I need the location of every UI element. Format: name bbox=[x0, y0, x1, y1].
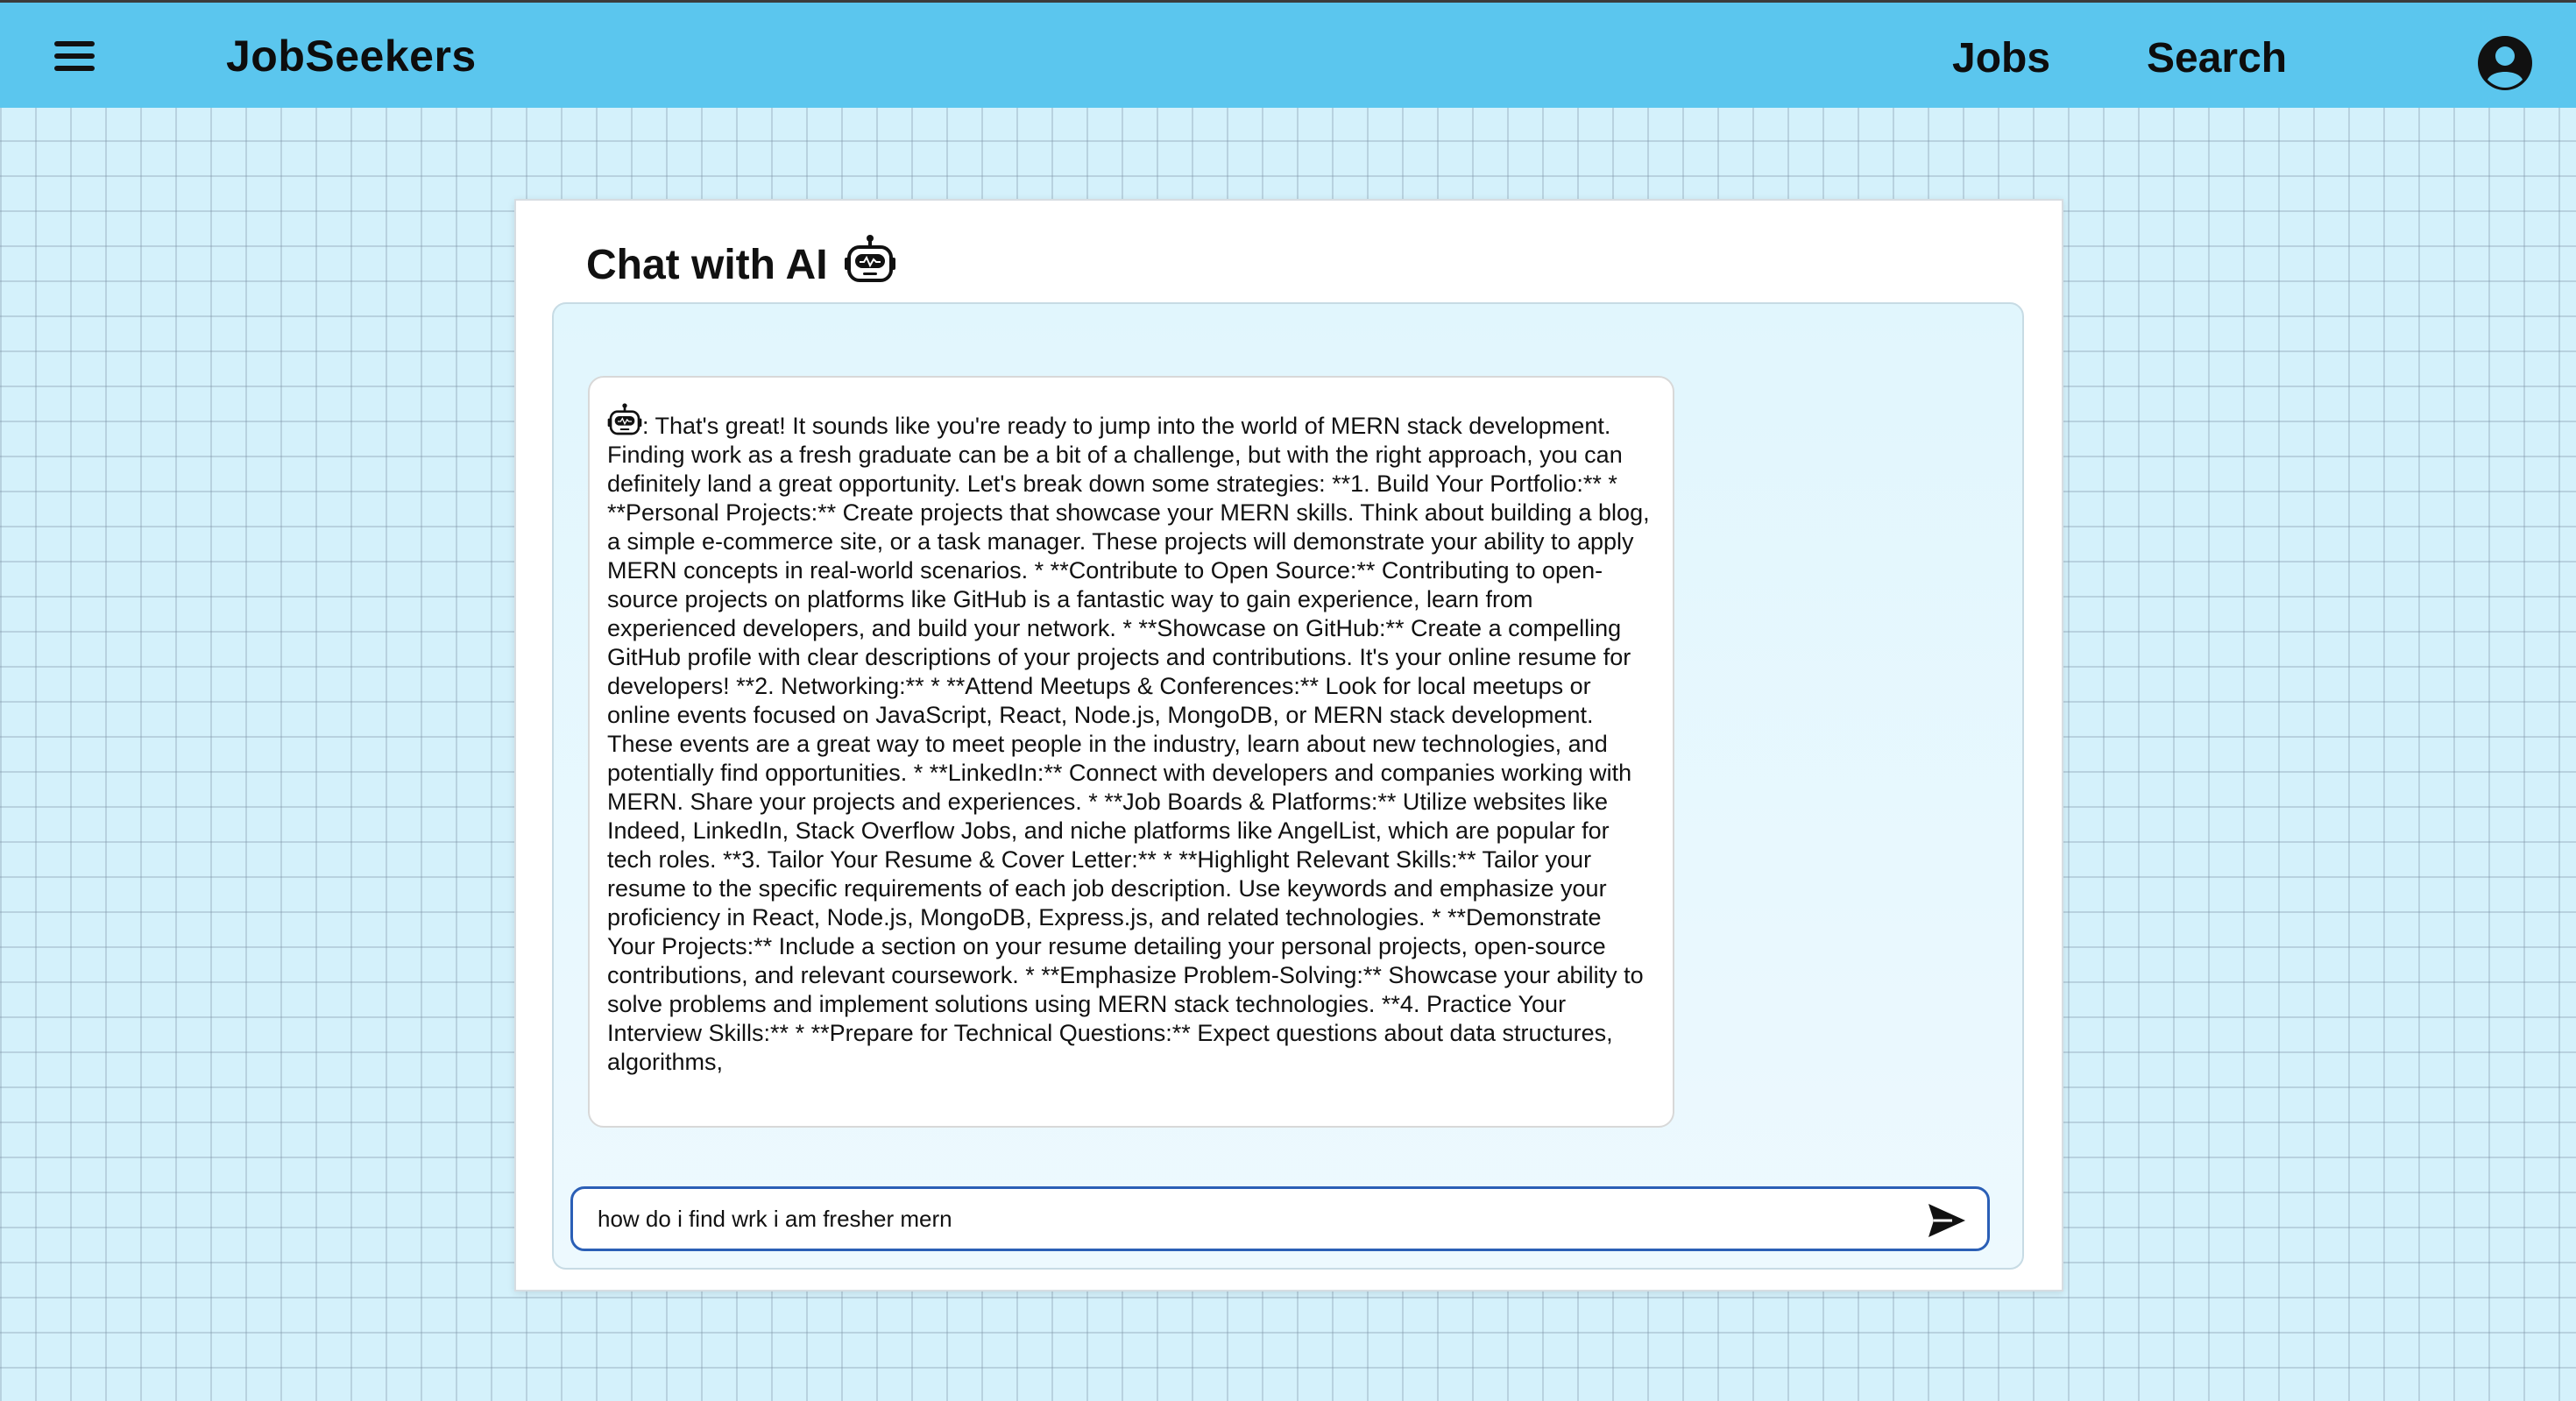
message-list[interactable]: : That's great! It sounds like you're re… bbox=[554, 304, 2022, 1180]
chat-panel: : That's great! It sounds like you're re… bbox=[552, 302, 2024, 1270]
chat-input[interactable] bbox=[598, 1199, 1894, 1238]
brand-logo-text[interactable]: JobSeekers bbox=[226, 31, 477, 81]
chat-title: Chat with AI bbox=[586, 234, 896, 295]
send-icon[interactable] bbox=[1926, 1201, 1968, 1240]
hamburger-menu-icon[interactable] bbox=[54, 41, 95, 71]
chat-input-bar bbox=[570, 1186, 1990, 1251]
bot-message-bubble: : That's great! It sounds like you're re… bbox=[588, 376, 1674, 1128]
chat-title-text: Chat with AI bbox=[586, 241, 828, 288]
nav-link-jobs[interactable]: Jobs bbox=[1952, 34, 2050, 82]
robot-icon bbox=[607, 402, 642, 437]
chat-card: Chat with AI: That's great! It sounds l… bbox=[514, 199, 2063, 1291]
bot-message-text: : That's great! It sounds like you're re… bbox=[607, 413, 1650, 1075]
top-navbar: JobSeekers Jobs Search bbox=[0, 0, 2576, 108]
robot-icon bbox=[844, 234, 896, 295]
nav-link-search[interactable]: Search bbox=[2147, 34, 2287, 82]
account-circle-icon[interactable] bbox=[2476, 34, 2534, 92]
bot-message: : That's great! It sounds like you're re… bbox=[607, 402, 1653, 1077]
